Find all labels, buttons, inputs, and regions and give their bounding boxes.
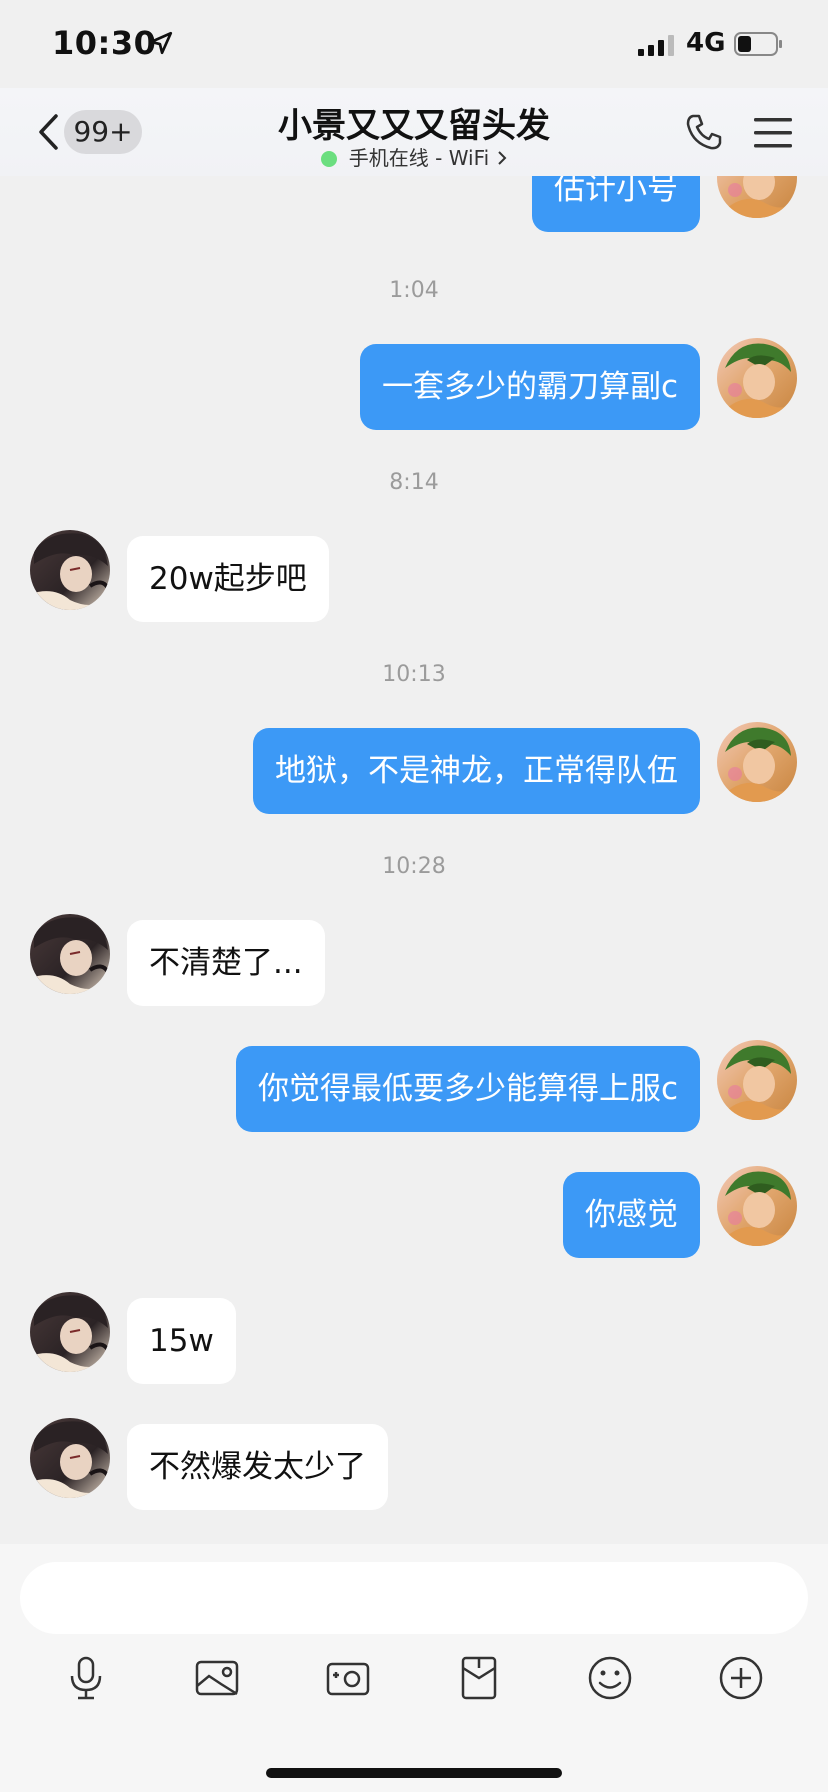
red-packet-icon[interactable]	[455, 1654, 503, 1702]
input-area	[0, 1544, 828, 1792]
message-bubble-received[interactable]: 15w	[127, 1298, 236, 1384]
nav-bar: 99+ 小景又又又留头发 手机在线 - WiFi	[0, 88, 828, 176]
microphone-icon[interactable]	[62, 1654, 110, 1702]
phone-icon[interactable]	[684, 112, 724, 152]
message-bubble-received[interactable]: 不清楚了...	[127, 920, 325, 1006]
chevron-right-icon	[498, 151, 507, 165]
status-time: 10:30	[52, 24, 157, 62]
signal-bars-icon	[638, 35, 674, 56]
message-bubble-sent[interactable]: 估计小号	[532, 176, 700, 232]
chat-area[interactable]: 估计小号 1:04 一套多少的霸刀算副c 8:14 20w起步吧 10:13 地…	[0, 176, 828, 1544]
online-status-text: 手机在线 - WiFi	[348, 146, 490, 170]
message-bubble-sent[interactable]: 你感觉	[563, 1172, 700, 1258]
emoji-icon[interactable]	[586, 1654, 634, 1702]
network-type: 4G	[686, 28, 726, 58]
my-avatar[interactable]	[717, 722, 797, 802]
timestamp: 10:13	[382, 662, 446, 687]
my-avatar[interactable]	[717, 1166, 797, 1246]
contact-avatar[interactable]	[30, 1292, 110, 1372]
message-bubble-received[interactable]: 不然爆发太少了	[127, 1424, 388, 1510]
message-input[interactable]	[20, 1562, 808, 1634]
home-indicator[interactable]	[266, 1768, 562, 1778]
my-avatar[interactable]	[717, 176, 797, 218]
message-bubble-sent[interactable]: 你觉得最低要多少能算得上服c	[235, 1046, 700, 1132]
message-bubble-sent[interactable]: 一套多少的霸刀算副c	[359, 344, 700, 430]
location-arrow-icon	[149, 31, 173, 55]
battery-icon	[734, 32, 782, 56]
my-avatar[interactable]	[717, 1040, 797, 1120]
timestamp: 1:04	[389, 278, 439, 303]
message-bubble-sent[interactable]: 地狱，不是神龙，正常得队伍	[253, 728, 700, 814]
online-dot	[320, 151, 337, 167]
camera-icon[interactable]	[324, 1654, 372, 1702]
contact-avatar[interactable]	[30, 530, 110, 610]
status-bar: 10:30 4G	[0, 0, 828, 88]
contact-avatar[interactable]	[30, 1418, 110, 1498]
my-avatar[interactable]	[717, 338, 797, 418]
image-icon[interactable]	[193, 1654, 241, 1702]
menu-icon[interactable]	[754, 116, 792, 150]
message-bubble-received[interactable]: 20w起步吧	[127, 536, 329, 622]
plus-icon[interactable]	[717, 1654, 765, 1702]
timestamp: 10:28	[382, 854, 446, 879]
contact-avatar[interactable]	[30, 914, 110, 994]
timestamp: 8:14	[389, 470, 439, 495]
